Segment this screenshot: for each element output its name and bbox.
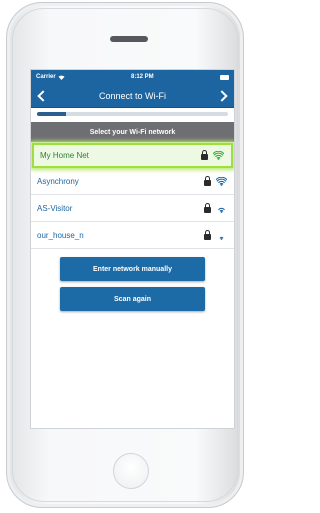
network-name: Asynchrony	[37, 176, 79, 186]
wifi-dot	[220, 183, 223, 186]
carrier-indicator: Carrier	[36, 74, 65, 80]
progress-area	[31, 108, 234, 122]
lock-icon	[204, 175, 211, 186]
network-list: My Home Net Asynchrony AS-Visitor our_house…	[31, 143, 234, 249]
speaker-grille	[110, 36, 148, 42]
network-status-icons	[204, 202, 227, 213]
status-bar: Carrier 8:12 PM	[31, 70, 234, 84]
network-name: AS-Visitor	[37, 203, 73, 213]
wifi-signal-icon	[219, 236, 224, 240]
wifi-signal-icon	[213, 151, 224, 160]
wifi-arc	[218, 180, 225, 183]
scan-again-button[interactable]: Scan again	[60, 287, 205, 311]
carrier-label: Carrier	[36, 74, 56, 80]
app-screen: Carrier 8:12 PM Connect to Wi-Fi Select …	[30, 69, 235, 429]
lock-icon	[204, 229, 211, 240]
status-time: 8:12 PM	[131, 74, 154, 80]
wifi-arc	[213, 152, 224, 156]
wifi-signal-icon	[216, 176, 227, 186]
lock-icon	[204, 202, 211, 213]
network-status-icons	[201, 150, 224, 160]
wifi-arc	[219, 182, 224, 185]
wifi-dot	[220, 210, 223, 213]
wifi-arc	[219, 209, 224, 212]
wifi-dot	[217, 158, 220, 160]
network-item[interactable]: Asynchrony	[31, 168, 234, 195]
network-status-icons	[204, 229, 227, 240]
chevron-right-icon[interactable]	[216, 89, 228, 102]
wifi-arc	[218, 207, 225, 210]
lock-icon	[201, 150, 208, 160]
section-header: Select your Wi-Fi network	[31, 122, 234, 142]
network-status-icons	[204, 175, 227, 186]
nav-bar: Connect to Wi-Fi	[31, 84, 234, 108]
network-item[interactable]: our_house_n	[31, 222, 234, 249]
progress-fill	[37, 112, 66, 116]
network-item[interactable]: My Home Net	[32, 143, 233, 168]
battery-icon	[220, 74, 229, 80]
network-name: our_house_n	[37, 230, 84, 240]
chevron-left-icon[interactable]	[37, 89, 49, 102]
wifi-arc	[215, 154, 222, 158]
wifi-dot	[220, 237, 223, 240]
wifi-arc	[216, 178, 227, 182]
wifi-arc	[216, 156, 221, 159]
nav-title: Connect to Wi-Fi	[98, 90, 167, 101]
enter-network-manually-button[interactable]: Enter network manually	[60, 257, 205, 281]
home-button[interactable]	[113, 453, 149, 489]
network-item[interactable]: AS-Visitor	[31, 195, 234, 222]
wifi-arc	[219, 236, 224, 239]
wifi-icon	[58, 75, 65, 80]
network-name: My Home Net	[40, 151, 89, 160]
wifi-signal-icon	[218, 207, 225, 213]
phone-frame: Carrier 8:12 PM Connect to Wi-Fi Select …	[6, 2, 244, 508]
progress-bar	[37, 112, 228, 116]
